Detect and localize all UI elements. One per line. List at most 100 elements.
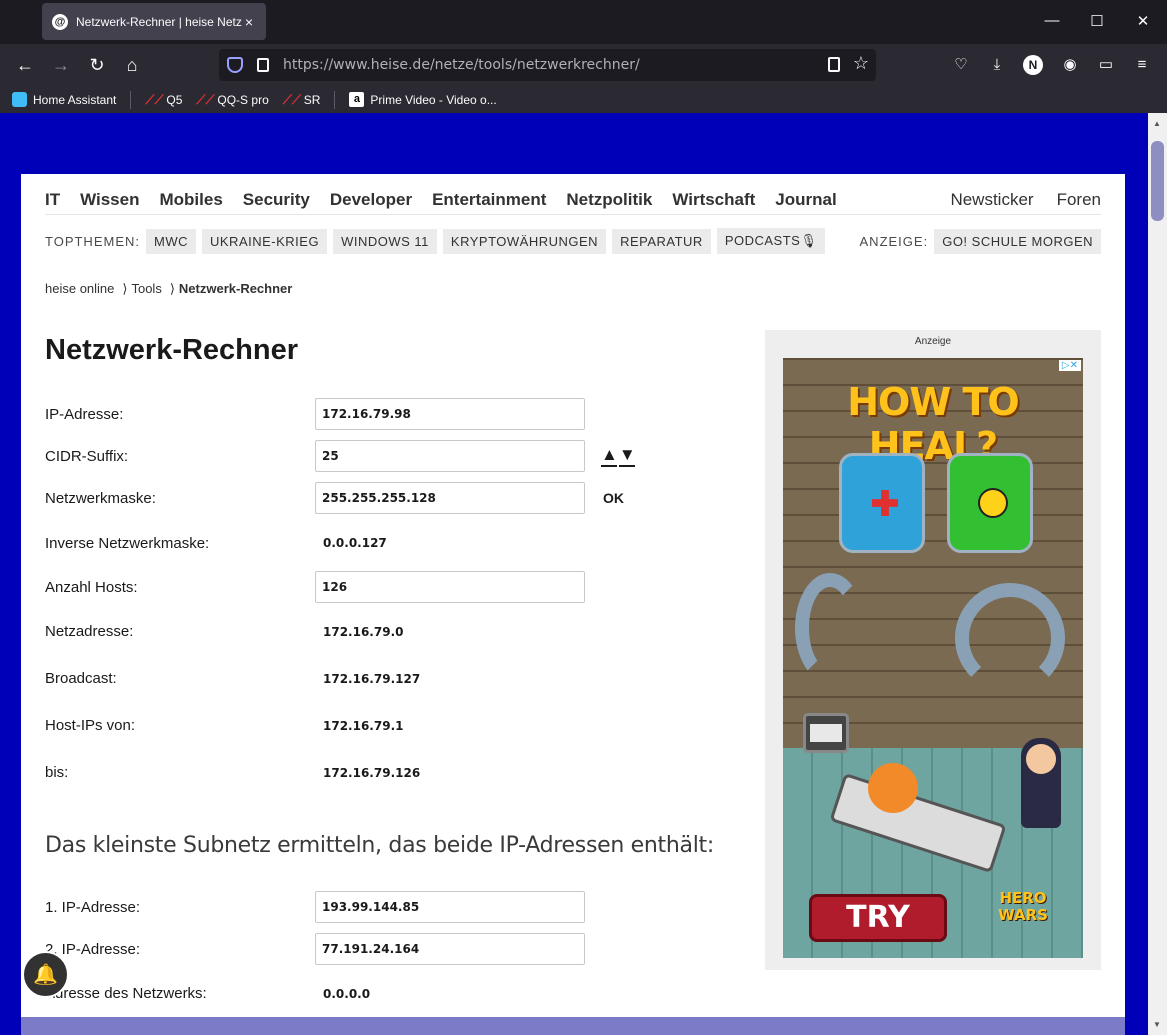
- anzeige-chip[interactable]: GO! SCHULE MORGEN: [934, 228, 1101, 254]
- radiation-icon: [978, 488, 1008, 518]
- reader-view-icon[interactable]: [828, 57, 840, 72]
- cidr-suffix-input[interactable]: [315, 440, 585, 472]
- broadcast-value: 172.16.79.127: [323, 672, 421, 686]
- minimize-icon[interactable]: —: [1042, 12, 1062, 29]
- bookmark-star-icon[interactable]: ☆: [853, 53, 869, 74]
- nav-item-wissen[interactable]: Wissen: [80, 190, 139, 210]
- browser-tab[interactable]: @ Netzwerk-Rechner | heise Netze ×: [42, 3, 266, 40]
- nav-item-newsticker[interactable]: Newsticker: [950, 190, 1033, 210]
- breadcrumb-current: Netzwerk-Rechner: [178, 281, 293, 296]
- bookmark-separator: [334, 90, 336, 109]
- ok-button[interactable]: OK: [603, 490, 624, 506]
- stepper-up-button[interactable]: ▲: [601, 445, 618, 467]
- menu-icon[interactable]: ≡: [1132, 55, 1152, 75]
- home-icon[interactable]: ⌂: [120, 53, 144, 77]
- nav-divider: [45, 214, 1101, 215]
- nav-item-journal[interactable]: Journal: [775, 190, 836, 210]
- audi-icon: ⟋⟋: [282, 92, 301, 107]
- tab-close-icon[interactable]: ×: [242, 14, 256, 30]
- netmask-input[interactable]: [315, 482, 585, 514]
- tab-bar: @ Netzwerk-Rechner | heise Netze × — ☐ ✕: [0, 0, 1167, 44]
- cast-icon[interactable]: ▭: [1096, 55, 1116, 75]
- lock-icon[interactable]: [257, 58, 269, 72]
- host-from-label: Host-IPs von:: [45, 717, 136, 734]
- ip2-input[interactable]: [315, 933, 585, 965]
- stepper-down-button[interactable]: ▼: [618, 445, 636, 467]
- bookmark-q5[interactable]: ⟋⟋ Q5: [145, 92, 182, 107]
- notification-bell-icon[interactable]: 🔔: [22, 951, 69, 998]
- patient-character-icon: [868, 763, 918, 813]
- topic-chip-ukraine[interactable]: UKRAINE-KRIEG: [202, 228, 328, 254]
- hero-wars-logo: HERO WARS: [998, 889, 1048, 924]
- nav-item-foren[interactable]: Foren: [1057, 190, 1101, 210]
- bookmark-label: QQ-S pro: [217, 92, 269, 107]
- topic-chip-windows11[interactable]: WINDOWS 11: [333, 228, 437, 254]
- ip1-input[interactable]: [315, 891, 585, 923]
- bookmark-sr[interactable]: ⟋⟋ SR: [283, 92, 321, 107]
- bookmark-qq-s-pro[interactable]: ⟋⟋ QQ-S pro: [196, 92, 268, 107]
- url-bar[interactable]: https://www.heise.de/netze/tools/netzwer…: [219, 49, 876, 81]
- topthemen-bar: TOPTHEMEN: MWC UKRAINE-KRIEG WINDOWS 11 …: [45, 228, 1101, 254]
- topic-chip-mwc[interactable]: MWC: [146, 228, 196, 254]
- nav-right-group: Newsticker Foren: [927, 190, 1101, 210]
- audi-icon: ⟋⟋: [196, 92, 215, 107]
- cidr-stepper: ▲ ▼: [601, 445, 637, 467]
- profile-avatar[interactable]: N: [1023, 55, 1043, 75]
- breadcrumb-home[interactable]: heise online: [45, 281, 114, 297]
- breadcrumb-separator: ⟩: [169, 281, 175, 296]
- pocket-icon[interactable]: ♡: [951, 55, 971, 75]
- bookmarks-bar: Home Assistant ⟋⟋ Q5 ⟋⟋ QQ-S pro ⟋⟋ SR a…: [0, 86, 1167, 113]
- nav-item-security[interactable]: Security: [243, 190, 310, 210]
- nav-item-mobiles[interactable]: Mobiles: [159, 190, 222, 210]
- audi-icon: ⟋⟋: [145, 92, 164, 107]
- back-arrow-icon[interactable]: ←: [13, 53, 37, 77]
- left-pipe-icon: [795, 573, 865, 683]
- download-icon[interactable]: ⤓: [987, 55, 1007, 75]
- nav-item-developer[interactable]: Developer: [330, 190, 412, 210]
- heart-monitor-icon: [803, 713, 849, 753]
- cidr-suffix-label: CIDR-Suffix:: [45, 448, 129, 465]
- breadcrumb-tools[interactable]: Tools: [131, 281, 161, 297]
- topic-chip-podcasts[interactable]: PODCASTS🎙: [716, 228, 826, 254]
- tracking-shield-icon[interactable]: [227, 57, 243, 73]
- topic-chip-reparatur[interactable]: REPARATUR: [612, 228, 711, 254]
- nav-item-netzpolitik[interactable]: Netzpolitik: [566, 190, 652, 210]
- ad-banner[interactable]: ▷✕ HOW TO HEAL? TRY HERO WARS: [783, 358, 1083, 958]
- ip-address-input[interactable]: [315, 398, 585, 430]
- subnet-network-value: 0.0.0.0: [323, 987, 371, 1001]
- ad-label: Anzeige: [914, 336, 952, 347]
- host-count-input[interactable]: [315, 571, 585, 603]
- bookmark-label: SR: [303, 92, 321, 107]
- ad-try-button[interactable]: TRY: [809, 894, 947, 942]
- main-navigation: IT Wissen Mobiles Security Developer Ent…: [45, 185, 1101, 215]
- content-card: IT Wissen Mobiles Security Developer Ent…: [21, 174, 1125, 1017]
- forward-arrow-icon[interactable]: →: [49, 53, 73, 77]
- scrollbar-thumb[interactable]: [1151, 141, 1164, 221]
- extension-icon[interactable]: ◉: [1060, 55, 1080, 75]
- nav-item-it[interactable]: IT: [45, 190, 60, 210]
- scroll-down-icon[interactable]: ▼: [1153, 1020, 1161, 1029]
- adchoices-icon[interactable]: ▷✕: [1058, 360, 1081, 371]
- inverse-netmask-label: Inverse Netzwerkmaske:: [45, 535, 210, 552]
- topic-chip-krypto[interactable]: KRYPTOWÄHRUNGEN: [442, 228, 607, 254]
- maximize-icon[interactable]: ☐: [1087, 12, 1107, 30]
- url-text[interactable]: https://www.heise.de/netze/tools/netzwer…: [283, 57, 640, 73]
- anzeige-label: ANZEIGE:: [859, 233, 929, 249]
- window-close-icon[interactable]: ✕: [1133, 12, 1153, 30]
- navigation-toolbar: ← → ↻ ⌂ https://www.heise.de/netze/tools…: [0, 44, 1167, 86]
- breadcrumb: heise online ⟩ Tools ⟩ Netzwerk-Rechner: [45, 281, 292, 297]
- network-address-value: 172.16.79.0: [323, 625, 404, 639]
- medical-cross-icon: [872, 490, 898, 516]
- scroll-up-icon[interactable]: ▲: [1153, 119, 1161, 128]
- anzeige-group: ANZEIGE: GO! SCHULE MORGEN: [859, 228, 1101, 254]
- browser-window: @ Netzwerk-Rechner | heise Netze × — ☐ ✕…: [0, 0, 1167, 1035]
- bookmark-prime-video[interactable]: a Prime Video - Video o...: [349, 92, 497, 107]
- heise-favicon-icon: @: [52, 13, 68, 30]
- page-scrollbar[interactable]: ▲ ▼: [1148, 113, 1167, 1035]
- nav-item-entertainment[interactable]: Entertainment: [432, 190, 546, 210]
- nav-item-wirtschaft[interactable]: Wirtschaft: [672, 190, 755, 210]
- inverse-netmask-value: 0.0.0.127: [323, 536, 387, 550]
- reload-icon[interactable]: ↻: [85, 53, 109, 77]
- bookmark-home-assistant[interactable]: Home Assistant: [12, 92, 116, 107]
- hero-character-icon: [1021, 738, 1061, 828]
